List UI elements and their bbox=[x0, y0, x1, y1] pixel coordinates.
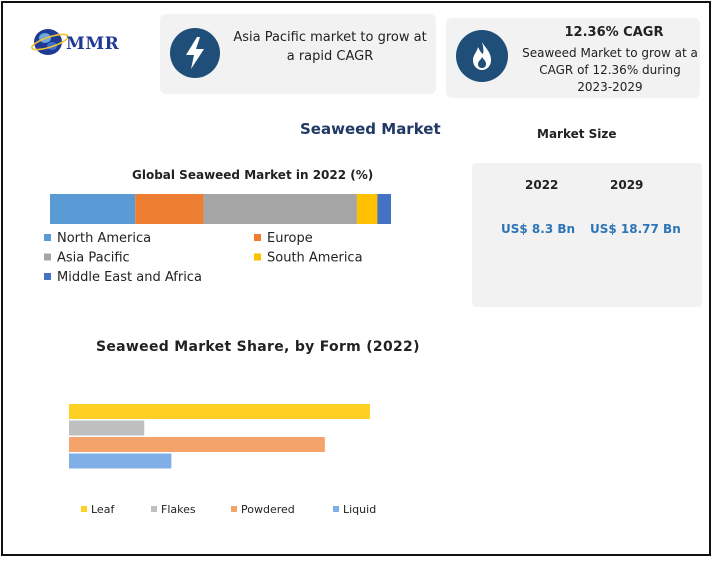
market-size-value-2029: US$ 18.77 Bn bbox=[590, 222, 681, 236]
cagr-card: 12.36% CAGR Seaweed Market to grow at a … bbox=[446, 18, 700, 98]
regional-chart-title: Global Seaweed Market in 2022 (%) bbox=[132, 168, 374, 182]
market-size-value-2022: US$ 8.3 Bn bbox=[501, 222, 576, 236]
logo: MMR bbox=[30, 24, 130, 64]
lightning-icon bbox=[170, 28, 220, 78]
market-size-year-2022: 2022 bbox=[525, 178, 559, 192]
cagr-text: Seaweed Market to grow at a CAGR of 12.3… bbox=[522, 46, 698, 94]
asia-pacific-card: Asia Pacific market to grow at a rapid C… bbox=[160, 14, 436, 94]
logo-text: MMR bbox=[66, 34, 120, 54]
market-size-year-2029: 2029 bbox=[610, 178, 644, 192]
cagr-title: 12.36% CAGR bbox=[564, 25, 664, 40]
globe-icon bbox=[31, 29, 69, 55]
asia-pacific-text: Asia Pacific market to grow at a rapid C… bbox=[233, 30, 427, 64]
page-title: Seaweed Market bbox=[300, 120, 441, 138]
flame-icon bbox=[456, 30, 508, 82]
form-chart-title: Seaweed Market Share, by Form (2022) bbox=[96, 339, 420, 355]
market-size-title: Market Size bbox=[537, 127, 617, 141]
market-size-card: 2022 2029 US$ 8.3 Bn US$ 18.77 Bn bbox=[472, 163, 702, 307]
